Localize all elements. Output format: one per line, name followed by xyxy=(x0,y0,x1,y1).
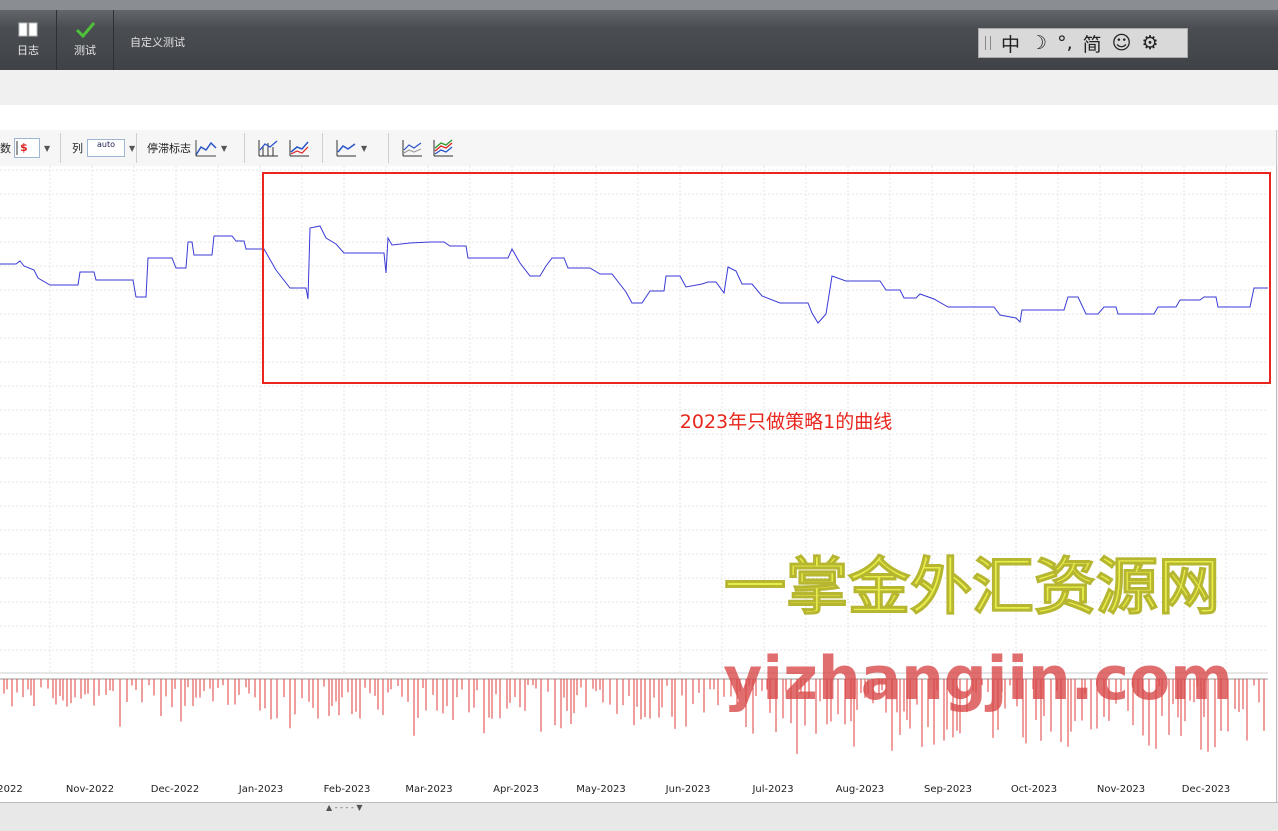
svg-text:$: $ xyxy=(20,141,28,154)
x-tick-label: Aug-2023 xyxy=(836,784,885,795)
line-chart-icon[interactable] xyxy=(288,136,310,160)
spacer-band xyxy=(0,70,1278,105)
scroll-arrows-icon[interactable]: ▲ - - - - ▼ xyxy=(326,803,363,812)
test-button[interactable]: 测试 xyxy=(57,10,114,70)
bottom-scroll-bar[interactable]: ▲ - - - - ▼ xyxy=(0,802,1278,831)
toolbar-divider xyxy=(136,133,137,163)
toolbar-divider xyxy=(60,133,61,163)
journal-button[interactable]: 日志 xyxy=(0,10,57,70)
checkmark-icon xyxy=(75,22,95,38)
ime-toolbar[interactable]: 中 ☽ °, 简 ☺ ⚙ xyxy=(978,28,1188,58)
ime-emoji-icon[interactable]: ☺ xyxy=(1112,32,1132,54)
multi-series-icon[interactable] xyxy=(432,136,454,160)
equity-line xyxy=(0,225,1268,324)
x-tick-label: Oct-2023 xyxy=(1011,784,1057,795)
journal-label: 日志 xyxy=(17,44,39,57)
x-tick-label: Jun-2023 xyxy=(665,784,711,795)
chart-style-selector[interactable]: ▼ xyxy=(335,136,367,160)
stagnation-chart-icon xyxy=(195,140,217,157)
ime-chinese-mode[interactable]: 中 xyxy=(1001,30,1020,57)
chevron-down-icon[interactable]: ▼ xyxy=(129,144,135,153)
stagnation-selector[interactable]: 停滞标志 ▼ xyxy=(147,136,227,160)
chevron-down-icon[interactable]: ▼ xyxy=(221,144,227,153)
ime-halfwidth-icon[interactable]: ☽ xyxy=(1030,32,1047,54)
toolbar-divider xyxy=(322,133,323,163)
x-axis-labels: 2022 Nov-2022 Dec-2022 Jan-2023 Feb-2023 Mar-… xyxy=(0,784,1230,795)
stagnation-label: 停滞标志 xyxy=(147,142,191,155)
x-tick-label: Sep-2023 xyxy=(924,784,972,795)
unit-selector[interactable]: 数 $ ▼ xyxy=(0,136,50,160)
ime-punctuation-icon[interactable]: °, xyxy=(1057,32,1073,54)
trend-line-icon xyxy=(336,140,356,157)
test-label: 测试 xyxy=(74,44,96,57)
x-tick-label: 2022 xyxy=(0,784,23,795)
bar-chart-icon[interactable] xyxy=(257,136,279,160)
main-toolbar: 日志 测试 自定义测试 中 ☽ °, 简 ☺ ⚙ xyxy=(0,0,1278,70)
toolbar-divider xyxy=(388,133,389,163)
ime-grip-icon[interactable] xyxy=(985,36,991,50)
toolbar-divider xyxy=(244,133,245,163)
scatter-line-icon[interactable] xyxy=(401,136,423,160)
x-tick-label: Apr-2023 xyxy=(493,784,539,795)
x-tick-label: Dec-2022 xyxy=(151,784,199,795)
x-tick-label: Nov-2023 xyxy=(1097,784,1145,795)
ime-simplified-mode[interactable]: 简 xyxy=(1083,30,1102,57)
chart-toolbar: 数 $ ▼ 列 auto ▼ 停滞标志 ▼ ▼ xyxy=(0,130,1277,167)
x-tick-label: May-2023 xyxy=(576,784,626,795)
column-selector[interactable]: 列 auto ▼ xyxy=(72,136,135,160)
equity-chart: 2023年只做策略1的曲线 2022 Nov-2022 Dec-2022 Jan-20… xyxy=(0,166,1277,802)
dollar-chart-icon: $ xyxy=(14,138,40,158)
x-tick-label: Dec-2023 xyxy=(1182,784,1230,795)
x-tick-label: Mar-2023 xyxy=(405,784,452,795)
custom-test-button[interactable]: 自定义测试 xyxy=(130,34,185,50)
x-tick-label: Jul-2023 xyxy=(751,784,793,795)
watermark-url: yizhangjin.com xyxy=(723,644,1232,714)
chevron-down-icon[interactable]: ▼ xyxy=(44,144,50,153)
watermark-cn: 一掌金外汇资源网 xyxy=(724,550,1220,623)
chevron-down-icon[interactable]: ▼ xyxy=(361,144,367,153)
book-icon xyxy=(18,22,38,37)
unit-label: 数 xyxy=(0,142,11,155)
column-label: 列 xyxy=(72,142,83,155)
x-tick-label: Feb-2023 xyxy=(324,784,371,795)
ime-settings-icon[interactable]: ⚙ xyxy=(1141,32,1158,54)
highlight-box xyxy=(262,172,1271,384)
spacer-band-white xyxy=(0,105,1278,130)
x-tick-label: Jan-2023 xyxy=(238,784,283,795)
annotation-caption: 2023年只做策略1的曲线 xyxy=(680,411,892,433)
chart-canvas: 2023年只做策略1的曲线 2022 Nov-2022 Dec-2022 Jan-20… xyxy=(0,166,1271,795)
auto-column-icon: auto xyxy=(87,139,125,157)
x-tick-label: Nov-2022 xyxy=(66,784,114,795)
